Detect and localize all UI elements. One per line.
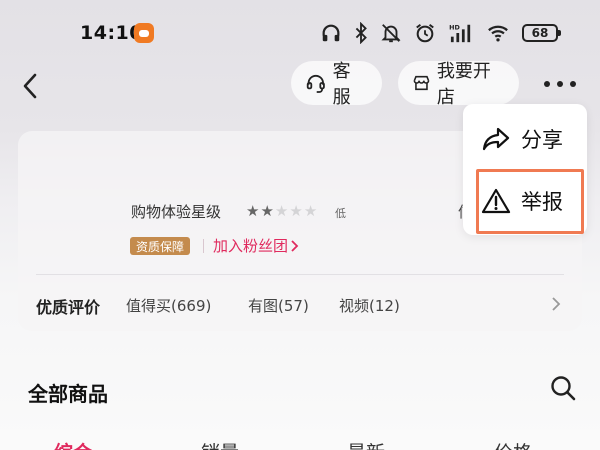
chevron-right-icon [552, 297, 561, 311]
mute-bell-icon [380, 21, 402, 45]
join-fan-group-link[interactable]: 加入粉丝团 [213, 235, 299, 256]
svg-text:HD: HD [449, 23, 460, 31]
menu-item-share-label: 分享 [521, 128, 563, 152]
review-tag-worth-buying[interactable]: 值得买(669) [126, 295, 211, 316]
share-icon [482, 127, 510, 151]
rating-level: 低 [335, 207, 346, 220]
sort-tab-sales[interactable]: 销量 [201, 438, 239, 450]
product-search-button[interactable] [548, 373, 578, 403]
star-empty-icon: ★ [274, 202, 289, 220]
menu-item-report-label: 举报 [521, 190, 563, 214]
reviews-more-button[interactable] [548, 294, 564, 314]
star-filled-icon: ★ [246, 202, 260, 220]
reviews-title: 优质评价 [36, 298, 101, 317]
alarm-icon [414, 21, 436, 45]
sort-tab-comprehensive[interactable]: 综合 [54, 438, 92, 450]
chevron-right-icon [291, 239, 299, 252]
battery-indicator: 68 [522, 24, 561, 42]
status-icons: HD 68 [320, 21, 561, 45]
all-products-title: 全部商品 [28, 382, 108, 406]
more-options-button[interactable] [542, 72, 578, 96]
status-bar: 14:10 HD 68 [0, 0, 600, 66]
chevron-left-icon [23, 73, 37, 99]
open-shop-button[interactable]: 我要开店 [398, 61, 519, 108]
shop-icon [413, 75, 430, 91]
star-empty-icon: ★ [289, 202, 303, 220]
star-filled-icon: ★ [260, 202, 274, 220]
headset-icon [306, 74, 325, 93]
search-icon [551, 376, 576, 401]
more-options-menu: 分享 举报 [463, 104, 587, 235]
menu-item-report[interactable]: 举报 [463, 170, 587, 232]
join-fan-group-label: 加入粉丝团 [213, 237, 289, 255]
signal-icon: HD [448, 21, 474, 45]
back-button[interactable] [14, 70, 46, 102]
more-dot [557, 81, 563, 87]
rating-label: 购物体验星级 [131, 203, 222, 221]
review-tag-with-images[interactable]: 有图(57) [248, 295, 309, 316]
review-tag-videos[interactable]: 视频(12) [339, 295, 400, 316]
customer-service-button[interactable]: 客服 [291, 61, 382, 108]
open-shop-label: 我要开店 [436, 61, 491, 108]
qualification-badge: 资质保障 [130, 237, 190, 255]
sort-tab-newest[interactable]: 最新 [347, 438, 385, 450]
divider [36, 274, 564, 275]
star-empty-icon: ★ [303, 202, 318, 220]
headphones-icon [320, 21, 342, 45]
wifi-icon [486, 21, 510, 45]
bluetooth-icon [354, 21, 368, 45]
warning-icon [481, 188, 511, 214]
more-dot [544, 81, 550, 87]
app-notification-icon [134, 23, 154, 43]
more-dot [570, 81, 576, 87]
divider [203, 239, 204, 253]
sort-tab-price[interactable]: 价格 [494, 438, 532, 450]
customer-service-label: 客服 [332, 61, 351, 108]
menu-item-share[interactable]: 分享 [463, 108, 587, 170]
rating-stars: ★ ★ ★ ★ ★ [246, 203, 317, 219]
